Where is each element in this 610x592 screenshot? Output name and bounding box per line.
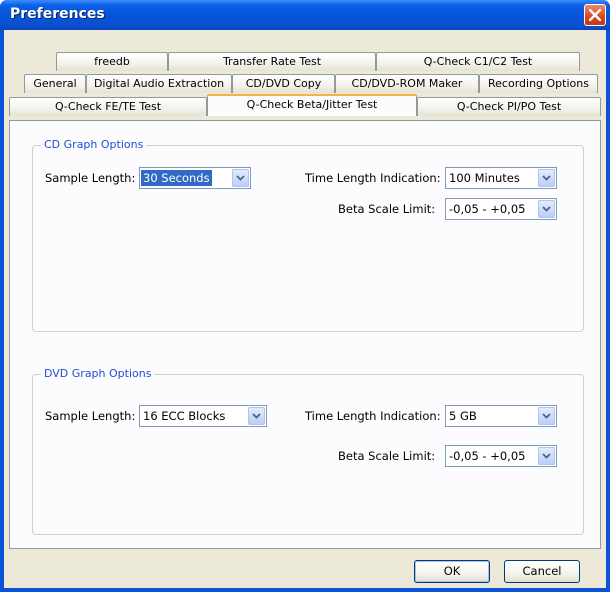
dvd-sample-length-value: 16 ECC Blocks — [143, 409, 226, 423]
ok-button[interactable]: OK — [414, 560, 490, 583]
tab-freedb[interactable]: freedb — [56, 52, 168, 71]
cd-sample-length-label: Sample Length: — [45, 171, 136, 185]
dropdown-button[interactable] — [538, 200, 555, 218]
tab-q-check-pi-po-test[interactable]: Q-Check PI/PO Test — [417, 97, 601, 116]
cd-beta-scale-value: -0,05 - +0,05 — [449, 202, 526, 216]
tab-digital-audio-extraction[interactable]: Digital Audio Extraction — [86, 74, 232, 93]
close-button[interactable] — [584, 4, 606, 26]
dropdown-button[interactable] — [232, 169, 249, 187]
dvd-time-length-value: 5 GB — [449, 409, 477, 423]
chevron-down-icon — [236, 175, 245, 181]
tab-q-check-c1c2-test[interactable]: Q-Check C1/C2 Test — [376, 52, 580, 71]
cd-time-length-label: Time Length Indication: — [305, 171, 441, 185]
tab-q-check-fe-te-test[interactable]: Q-Check FE/TE Test — [9, 97, 207, 116]
cd-time-length-select[interactable]: 100 Minutes — [445, 167, 557, 189]
dvd-beta-scale-select[interactable]: -0,05 - +0,05 — [445, 445, 557, 467]
dvd-time-length-select[interactable]: 5 GB — [445, 405, 557, 427]
chevron-down-icon — [542, 175, 551, 181]
tab-q-check-beta-jitter-test[interactable]: Q-Check Beta/Jitter Test — [207, 94, 417, 116]
chevron-down-icon — [542, 206, 551, 212]
dvd-sample-length-select[interactable]: 16 ECC Blocks — [139, 405, 267, 427]
dvd-sample-length-label: Sample Length: — [45, 409, 136, 423]
cancel-button[interactable]: Cancel — [504, 560, 580, 583]
dvd-graph-options-group: DVD Graph Options Sample Length: 16 ECC … — [32, 367, 584, 535]
cd-beta-scale-select[interactable]: -0,05 - +0,05 — [445, 198, 557, 220]
cd-sample-length-select[interactable]: 30 Seconds — [139, 167, 251, 189]
tab-cd-dvd-rom-maker[interactable]: CD/DVD-ROM Maker — [335, 74, 479, 93]
close-icon — [589, 9, 601, 21]
dialog-body: freedb Transfer Rate Test Q-Check C1/C2 … — [4, 30, 606, 588]
cd-graph-options-group: CD Graph Options Sample Length: 30 Secon… — [32, 138, 584, 332]
cd-time-length-value: 100 Minutes — [449, 171, 520, 185]
dvd-beta-scale-value: -0,05 - +0,05 — [449, 449, 526, 463]
dvd-beta-scale-label: Beta Scale Limit: — [338, 449, 436, 463]
dvd-group-title: DVD Graph Options — [41, 367, 155, 380]
cd-group-title: CD Graph Options — [41, 138, 147, 151]
dropdown-button[interactable] — [538, 169, 555, 187]
title-bar[interactable]: Preferences — [0, 0, 610, 30]
window-title: Preferences — [10, 6, 105, 22]
chevron-down-icon — [542, 453, 551, 459]
preferences-window: Preferences freedb Transfer Rate Test Q-… — [0, 0, 610, 592]
tab-general[interactable]: General — [24, 74, 86, 93]
dropdown-button[interactable] — [538, 407, 555, 425]
tab-cd-dvd-copy[interactable]: CD/DVD Copy — [232, 74, 335, 93]
cd-sample-length-value: 30 Seconds — [141, 170, 212, 186]
dropdown-button[interactable] — [248, 407, 265, 425]
chevron-down-icon — [542, 413, 551, 419]
tab-transfer-rate-test[interactable]: Transfer Rate Test — [168, 52, 376, 71]
chevron-down-icon — [252, 413, 261, 419]
cd-beta-scale-label: Beta Scale Limit: — [338, 202, 436, 216]
dropdown-button[interactable] — [538, 447, 555, 465]
dvd-time-length-label: Time Length Indication: — [305, 409, 441, 423]
tab-recording-options[interactable]: Recording Options — [479, 74, 598, 93]
tab-panel: CD Graph Options Sample Length: 30 Secon… — [9, 120, 601, 549]
